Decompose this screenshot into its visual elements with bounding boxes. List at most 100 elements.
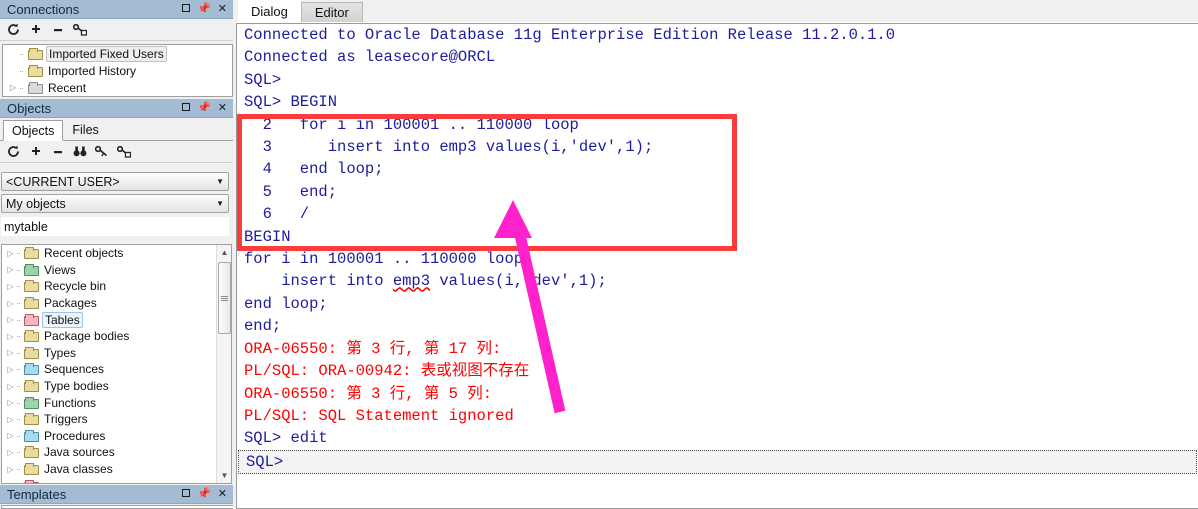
folder-icon	[24, 413, 39, 426]
console-line: SQL>	[238, 449, 1197, 475]
tab-dialog[interactable]: Dialog	[238, 0, 301, 22]
expander-icon[interactable]: ▷	[5, 332, 16, 341]
console-line: BEGIN	[244, 227, 291, 246]
minus-icon[interactable]	[48, 143, 67, 161]
console-line: Connected as leasecore@ORCL	[244, 48, 496, 67]
objects-tree-scrollbar[interactable]: ▲ ▼	[216, 245, 231, 483]
chevron-down-icon: ▼	[216, 177, 224, 186]
plus-icon[interactable]	[26, 21, 45, 39]
key-icon[interactable]	[92, 143, 111, 161]
close-icon[interactable]: ✕	[218, 3, 227, 15]
objects-tree-item[interactable]: ▷ ·· Java sources	[2, 444, 231, 461]
expander-icon[interactable]: ▷	[5, 382, 16, 391]
tree-line-icon: ··	[16, 248, 21, 259]
maximize-icon[interactable]	[182, 488, 191, 500]
tree-line-icon: ··	[16, 281, 21, 292]
expander-icon[interactable]: ▷	[5, 398, 16, 407]
expander-icon[interactable]: ▷	[5, 299, 16, 308]
objects-tree-item[interactable]: ▷ ·· Sequences	[2, 361, 231, 378]
objects-tree-item-label: Types	[44, 345, 77, 360]
expander-icon[interactable]: ▷	[5, 431, 16, 440]
maximize-icon[interactable]	[182, 102, 191, 114]
objects-tree-item[interactable]: ▷ ·· Package bodies	[2, 328, 231, 345]
connections-title-label: Connections	[7, 1, 80, 17]
templates-panel-title: Templates 📌 ✕	[0, 485, 235, 504]
expander-icon[interactable]: ▷	[5, 315, 16, 324]
refresh-icon[interactable]	[4, 143, 23, 161]
objects-tree-item-label: Java sources	[44, 445, 115, 460]
expander-icon[interactable]: ▷	[7, 83, 19, 92]
objects-toolbar	[0, 141, 235, 163]
tab-editor[interactable]: Editor	[300, 2, 363, 22]
objects-tree-item[interactable]: ▷ ·· Views	[2, 262, 231, 279]
connections-tree-item[interactable]: ·· Imported Fixed Users	[3, 45, 232, 62]
scroll-up-icon[interactable]: ▲	[217, 245, 231, 260]
objects-tree-item[interactable]: ▷ ·· Types	[2, 345, 231, 362]
folder-icon	[24, 280, 39, 293]
expander-icon[interactable]: ▷	[5, 415, 16, 424]
objects-tree-item[interactable]: ▷ ·· Recycle bin	[2, 278, 231, 295]
key-lock-icon[interactable]	[70, 21, 89, 39]
plus-icon[interactable]	[26, 143, 45, 161]
sql-console[interactable]: Connected to Oracle Database 11g Enterpr…	[236, 23, 1198, 509]
tree-item-label: Imported History	[48, 63, 137, 78]
pin-icon[interactable]: 📌	[197, 488, 211, 500]
scrollbar-thumb[interactable]	[218, 262, 231, 334]
expander-icon[interactable]: ▷	[5, 348, 16, 357]
objects-tree-item[interactable]: ▷··..	[2, 477, 231, 483]
connections-tree-item[interactable]: ·· Imported History	[3, 62, 232, 79]
objects-tree-item[interactable]: ▷ ·· Java classes	[2, 461, 231, 478]
objects-tree-item[interactable]: ▷ ·· Functions	[2, 394, 231, 411]
folder-icon	[24, 346, 39, 359]
objects-tree[interactable]: ▷ ·· Recent objects ▷ ·· Views ▷ ·· Recycle bin ▷…	[1, 244, 232, 484]
connections-tree-item[interactable]: ▷ ·· Recent	[3, 79, 232, 96]
expander-icon[interactable]: ▷	[5, 249, 16, 258]
objects-tree-item[interactable]: ▷ ·· Type bodies	[2, 378, 231, 395]
error-squiggle: emp3	[392, 272, 431, 291]
tree-line-icon: ··	[16, 414, 21, 425]
connections-tree[interactable]: ·· Imported Fixed Users ·· Imported Hist…	[2, 44, 233, 97]
expander-icon[interactable]: ▷	[5, 265, 16, 274]
tab-files[interactable]: Files	[63, 119, 107, 140]
console-line: SQL> edit	[244, 429, 328, 448]
expander-icon[interactable]: ▷	[5, 481, 16, 483]
current-user-select[interactable]: <CURRENT USER> ▼	[1, 172, 229, 191]
folder-icon	[28, 64, 43, 77]
tab-objects[interactable]: Objects	[3, 120, 64, 141]
objects-tree-item-label: Functions	[44, 395, 97, 410]
objects-tree-item[interactable]: ▷ ·· Packages	[2, 295, 231, 312]
objects-tree-item[interactable]: ▷ ·· Triggers	[2, 411, 231, 428]
close-icon[interactable]: ✕	[218, 488, 227, 500]
left-dock: Connections 📌 ✕ ·· Imported Fixed Users	[0, 0, 235, 509]
pin-icon[interactable]: 📌	[197, 3, 211, 15]
expander-icon[interactable]: ▷	[5, 282, 16, 291]
tree-line-icon: ··	[19, 65, 24, 76]
close-icon[interactable]: ✕	[218, 102, 227, 114]
maximize-icon[interactable]	[182, 3, 191, 15]
tree-line-icon: ··	[16, 264, 21, 275]
objects-tree-item[interactable]: ▷ ·· Recent objects	[2, 245, 231, 262]
objects-tree-item[interactable]: ▷ ·· Tables	[2, 311, 231, 328]
scroll-down-icon[interactable]: ▼	[217, 468, 231, 483]
tree-line-icon: ··	[16, 314, 21, 325]
objects-tree-item[interactable]: ▷ ·· Procedures	[2, 428, 231, 445]
refresh-icon[interactable]	[4, 21, 23, 39]
expander-icon[interactable]: ▷	[5, 365, 16, 374]
expander-icon[interactable]: ▷	[5, 465, 16, 474]
tree-line-icon: ··	[16, 331, 21, 342]
expander-icon[interactable]: ▷	[5, 448, 16, 457]
object-scope-select[interactable]: My objects ▼	[1, 194, 229, 213]
object-scope-value: My objects	[6, 196, 66, 211]
console-line: end loop;	[244, 294, 328, 313]
binoculars-icon[interactable]	[70, 143, 89, 161]
object-filter-input[interactable]: mytable	[1, 217, 229, 236]
minus-icon[interactable]	[48, 21, 67, 39]
pin-icon[interactable]: 📌	[197, 102, 211, 114]
objects-tree-rows: ▷ ·· Recent objects ▷ ·· Views ▷ ·· Recycle bin ▷…	[2, 245, 231, 483]
key-lock-icon[interactable]	[114, 143, 133, 161]
tree-line-icon: ··	[16, 364, 21, 375]
console-line: 6 /	[244, 205, 310, 224]
objects-tree-item-label: Recent objects	[44, 246, 124, 261]
objects-tree-item-label: Packages	[44, 296, 97, 311]
templates-title-label: Templates	[7, 486, 67, 502]
